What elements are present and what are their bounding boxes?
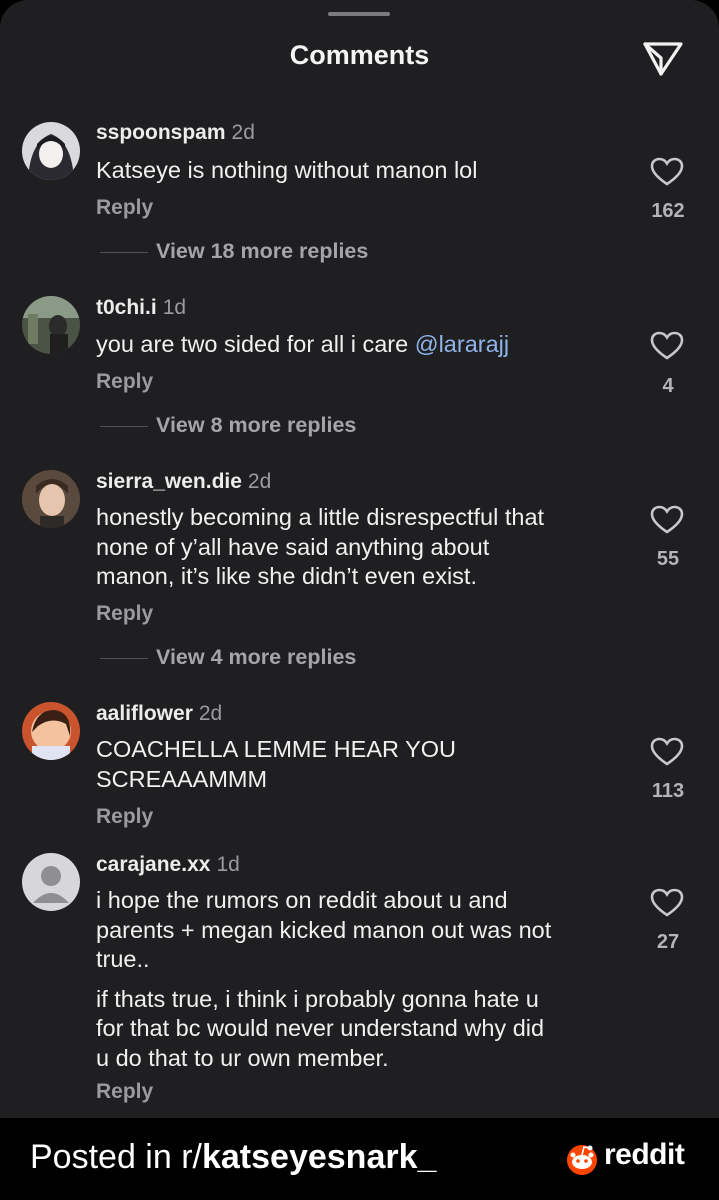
- subreddit-name: katseyesnark_: [201, 1138, 437, 1176]
- timestamp: 2d: [231, 121, 255, 144]
- like-count: 4: [662, 375, 674, 397]
- heart-icon[interactable]: [650, 737, 684, 767]
- paper-plane-icon[interactable]: [640, 36, 686, 80]
- like-count: 162: [651, 200, 685, 222]
- like-count: 113: [651, 780, 685, 802]
- username[interactable]: aaliflower: [96, 702, 193, 725]
- avatar[interactable]: [22, 702, 80, 760]
- posted-in-text: Posted in r/katseyesnark_: [30, 1138, 437, 1176]
- timestamp: 2d: [198, 702, 223, 725]
- heart-icon[interactable]: [650, 157, 684, 187]
- reddit-wordmark: reddit: [604, 1138, 685, 1171]
- timestamp: 1d: [162, 296, 187, 319]
- divider: [100, 252, 148, 253]
- username[interactable]: sierra_wen.die: [96, 470, 242, 493]
- comment-text: honestly becoming a little disrespectful…: [96, 504, 545, 589]
- mention-link[interactable]: @lararajj: [415, 331, 509, 357]
- page-title: Comments: [289, 40, 430, 70]
- reply-button[interactable]: Reply: [96, 602, 153, 626]
- heart-icon[interactable]: [650, 505, 684, 535]
- reply-button[interactable]: Reply: [96, 370, 153, 394]
- like-count: 55: [656, 548, 680, 570]
- avatar[interactable]: [22, 296, 80, 354]
- view-replies-button[interactable]: View 4 more replies: [156, 645, 356, 670]
- avatar[interactable]: [22, 122, 80, 180]
- reply-button[interactable]: Reply: [96, 805, 153, 829]
- username[interactable]: t0chi.i: [96, 296, 157, 319]
- timestamp: 2d: [247, 470, 272, 493]
- view-replies-button[interactable]: View 8 more replies: [156, 413, 356, 438]
- footer-banner: Posted in r/katseyesnark_ reddit: [0, 1118, 719, 1200]
- like-count: 27: [656, 931, 680, 953]
- drag-handle[interactable]: [328, 12, 390, 16]
- comment-text: i hope the rumors on reddit about u and …: [96, 887, 552, 1071]
- heart-icon[interactable]: [650, 888, 684, 918]
- comment-text: COACHELLA LEMME HEAR YOU SCREAAAMMM: [96, 736, 457, 792]
- comment-text: you are two sided for all i care @larara…: [96, 331, 510, 357]
- reddit-logo: reddit: [564, 1138, 694, 1178]
- avatar[interactable]: [22, 470, 80, 528]
- heart-icon[interactable]: [650, 331, 684, 361]
- comment-text: Katseye is nothing without manon lol: [96, 157, 478, 183]
- timestamp: 1d: [216, 853, 240, 876]
- reply-button[interactable]: Reply: [96, 1080, 153, 1104]
- username[interactable]: carajane.xx: [96, 853, 210, 876]
- reddit-snoo-icon: [567, 1145, 597, 1175]
- divider: [100, 658, 148, 659]
- view-replies-button[interactable]: View 18 more replies: [156, 239, 368, 264]
- username[interactable]: sspoonspam: [96, 121, 226, 144]
- avatar-placeholder[interactable]: [22, 853, 80, 911]
- divider: [100, 426, 148, 427]
- reply-button[interactable]: Reply: [96, 196, 153, 220]
- comments-sheet: Comments sspoonspam 2d Katseye is nothing…: [0, 0, 719, 1118]
